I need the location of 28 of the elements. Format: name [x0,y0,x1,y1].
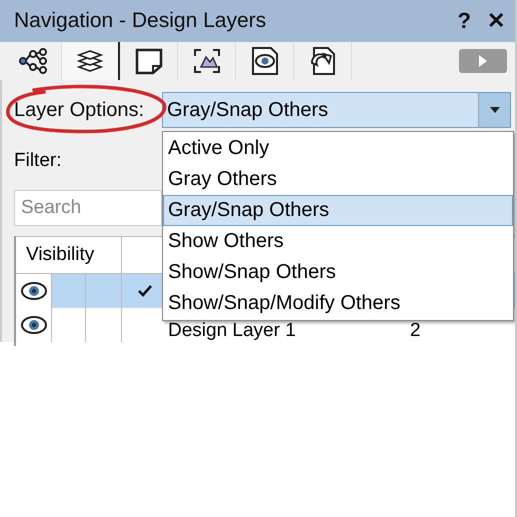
window-title: Navigation - Design Layers [14,9,268,33]
play-icon [478,55,488,67]
sheet-icon [134,47,164,75]
menu-item[interactable]: Show/Snap Others [163,257,513,288]
eye-document-icon [250,46,280,76]
table-cell: 2 [410,321,421,340]
help-button[interactable]: ? [458,8,471,34]
layer-name: Design Layer 1 [168,321,297,340]
node-graph-icon [18,48,48,74]
viewport-icon [192,47,222,75]
play-button[interactable] [459,49,507,73]
menu-item[interactable]: Gray Others [163,164,513,195]
menu-item[interactable]: Show/Snap/Modify Others [163,288,513,319]
search-field[interactable]: Search [14,190,162,226]
layer-options-dropdown[interactable]: Gray/Snap Others [162,92,511,128]
menu-item[interactable]: Show Others [163,226,513,257]
panel-tab[interactable] [62,42,120,80]
filter-label: Filter: [14,150,62,173]
eye-icon[interactable] [20,281,48,301]
menu-item[interactable]: Gray/Snap Others [163,195,513,226]
column-header[interactable]: Visibility [16,237,122,273]
layer-options-label: Layer Options: [14,98,146,122]
dropdown-arrow-button[interactable] [478,93,510,127]
menu-item[interactable]: Active Only [163,133,513,164]
layers-icon [76,48,104,74]
eye-icon[interactable] [20,315,48,335]
close-button[interactable]: ✕ [487,8,505,34]
caret-icon [490,107,500,113]
